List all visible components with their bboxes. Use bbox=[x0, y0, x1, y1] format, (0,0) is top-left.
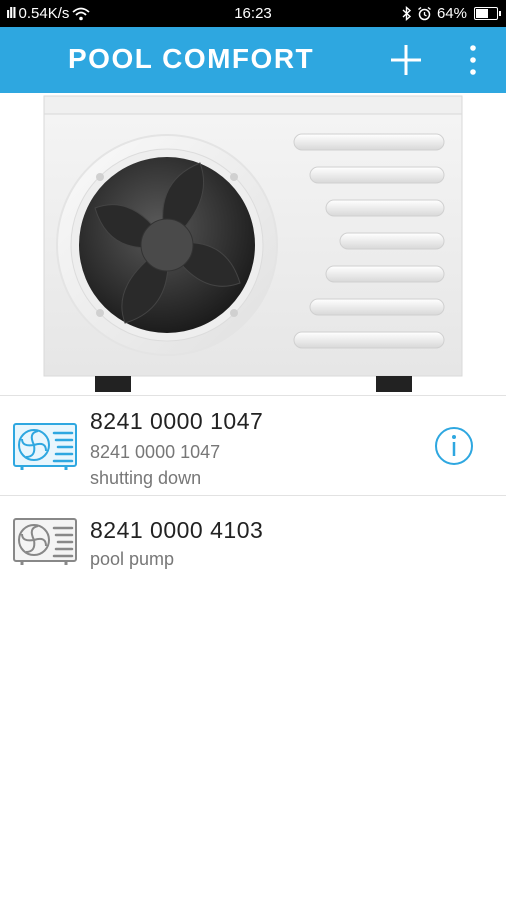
device-info-button[interactable] bbox=[434, 426, 474, 466]
device-row[interactable]: 8241 0000 4103 pool pump bbox=[0, 495, 506, 585]
bluetooth-icon bbox=[402, 6, 412, 21]
device-list: 8241 0000 1047 8241 0000 1047 shutting d… bbox=[0, 395, 506, 585]
add-device-button[interactable] bbox=[388, 42, 424, 78]
heat-pump-icon bbox=[13, 423, 77, 470]
device-status: shutting down bbox=[90, 468, 202, 488]
heat-pump-illustration bbox=[43, 95, 463, 392]
app-title: POOL COMFORT bbox=[68, 43, 315, 74]
more-vert-icon bbox=[470, 45, 476, 75]
device-row[interactable]: 8241 0000 1047 8241 0000 1047 shutting d… bbox=[0, 395, 506, 495]
device-description: pool pump bbox=[90, 549, 175, 569]
device-name: 8241 0000 4103 bbox=[90, 517, 264, 543]
battery-icon bbox=[474, 7, 501, 20]
plus-icon bbox=[391, 45, 421, 75]
battery-fill bbox=[476, 9, 488, 18]
alarm-icon bbox=[418, 6, 431, 21]
battery-percent: 64% bbox=[436, 5, 467, 22]
info-icon bbox=[435, 427, 473, 465]
hero-banner bbox=[0, 93, 506, 395]
more-options-button[interactable] bbox=[460, 42, 486, 78]
device-name: 8241 0000 1047 bbox=[90, 408, 264, 434]
status-bar: ıll 0.54K/s 16:23 64% bbox=[0, 0, 506, 27]
device-id: 8241 0000 1047 bbox=[90, 442, 221, 462]
status-right: 64% bbox=[402, 5, 501, 22]
app-bar: POOL COMFORT bbox=[0, 27, 506, 93]
heat-pump-icon bbox=[13, 518, 77, 565]
